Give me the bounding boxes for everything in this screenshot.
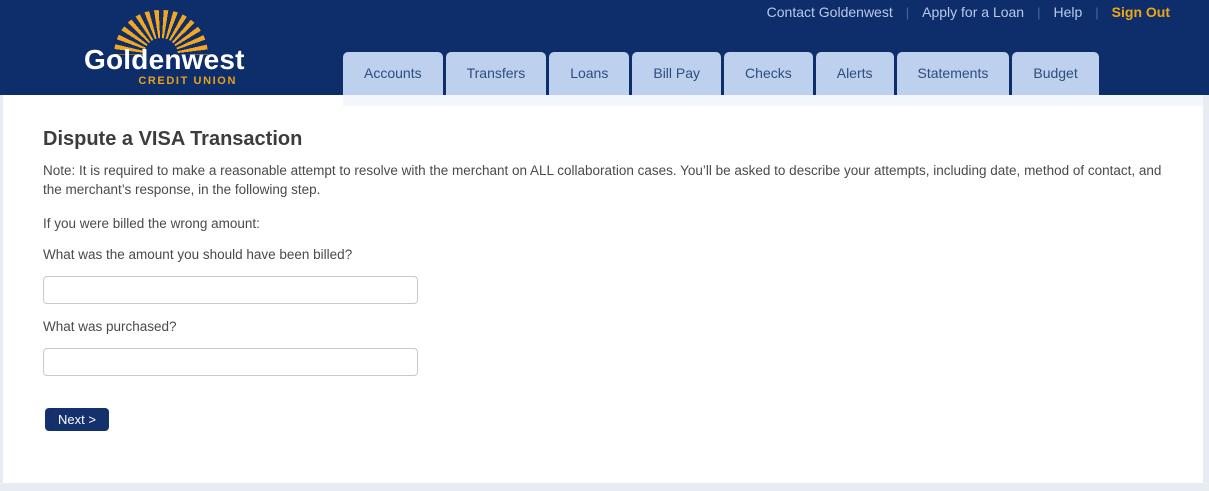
purchased-field-label: What was purchased?: [43, 319, 1163, 334]
tab-alerts[interactable]: Alerts: [816, 52, 894, 95]
amount-field-label: What was the amount you should have been…: [43, 247, 1163, 262]
utility-links: Contact Goldenwest | Apply for a Loan | …: [767, 4, 1170, 20]
tab-transfers[interactable]: Transfers: [446, 52, 547, 95]
next-button[interactable]: Next >: [45, 408, 109, 431]
amount-input[interactable]: [43, 276, 418, 304]
note-text: Note: It is required to make a reasonabl…: [43, 161, 1163, 199]
help-link[interactable]: Help: [1053, 4, 1082, 20]
goldenwest-logo[interactable]: Goldenwest CREDIT UNION: [84, 10, 238, 87]
tab-loans[interactable]: Loans: [549, 52, 629, 95]
tab-statements[interactable]: Statements: [897, 52, 1010, 95]
tab-budget[interactable]: Budget: [1012, 52, 1098, 95]
logo-wordmark: Goldenwest: [84, 45, 238, 74]
site-header: Contact Goldenwest | Apply for a Loan | …: [0, 0, 1209, 95]
link-divider: |: [906, 5, 909, 20]
contact-goldenwest-link[interactable]: Contact Goldenwest: [767, 4, 893, 20]
logo-tagline: CREDIT UNION: [84, 75, 238, 87]
main-nav: Accounts Transfers Loans Bill Pay Checks…: [343, 52, 1102, 95]
tab-checks[interactable]: Checks: [724, 52, 813, 95]
link-divider: |: [1095, 5, 1098, 20]
tab-accounts[interactable]: Accounts: [343, 52, 443, 95]
content-panel: Dispute a VISA Transaction Note: It is r…: [3, 95, 1203, 483]
link-divider: |: [1037, 5, 1040, 20]
sign-out-link[interactable]: Sign Out: [1112, 4, 1170, 20]
tab-bill-pay[interactable]: Bill Pay: [632, 52, 721, 95]
apply-for-loan-link[interactable]: Apply for a Loan: [922, 4, 1024, 20]
subnav-strip: [343, 95, 1203, 106]
purchased-input[interactable]: [43, 348, 418, 376]
section-label: If you were billed the wrong amount:: [43, 216, 1163, 231]
